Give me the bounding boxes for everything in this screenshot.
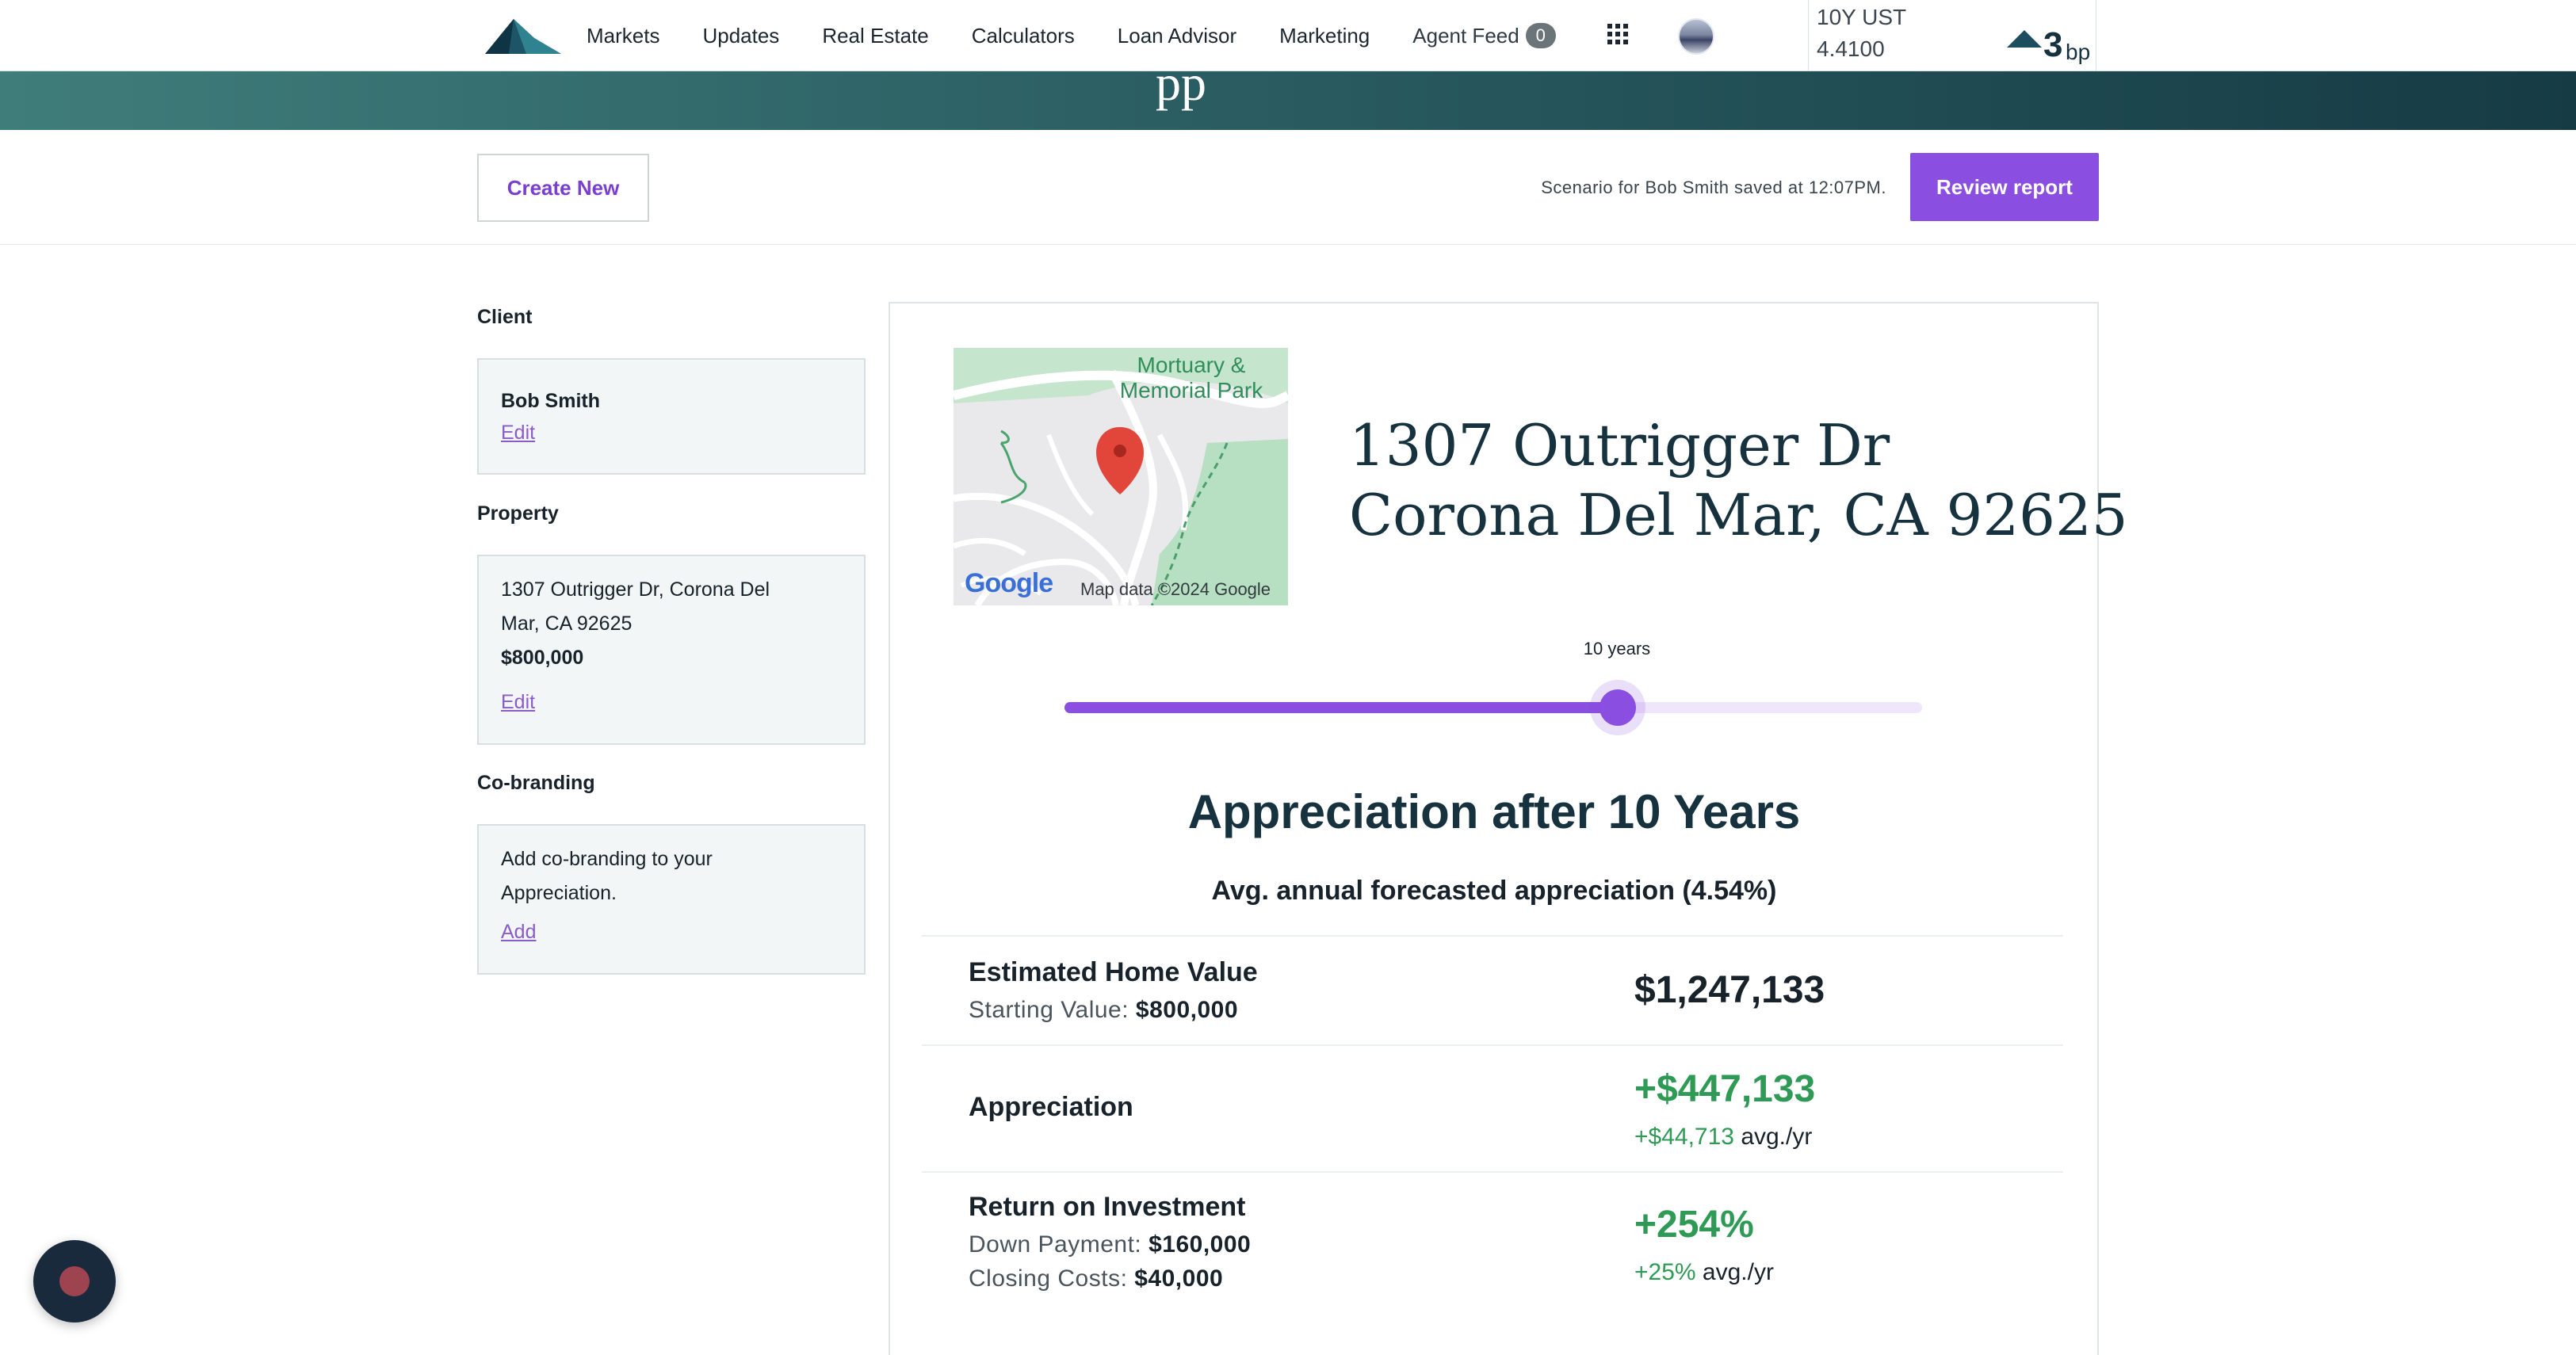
page-banner: pp	[0, 71, 2576, 130]
roi-amount: +254%	[1634, 1204, 1754, 1246]
google-logo: Google	[965, 568, 1053, 598]
client-heading: Client	[477, 306, 533, 328]
banner-title-fragment: pp	[1156, 71, 1206, 111]
closing-costs-amount: $40,000	[1134, 1265, 1224, 1292]
down-payment-label: Down Payment:	[969, 1231, 1142, 1258]
property-title-line2: Corona Del Mar, CA 92625	[1349, 482, 2128, 548]
property-heading: Property	[477, 502, 559, 525]
map-attribution[interactable]: Map data ©2024 Google	[1080, 579, 1271, 600]
appreciation-per-year: +$44,713 avg./yr	[1634, 1124, 1812, 1151]
create-new-button[interactable]: Create New	[477, 154, 649, 222]
divider	[922, 1171, 2063, 1173]
property-title: 1307 Outrigger Dr Corona Del Mar, CA 926…	[1349, 410, 2128, 550]
map-poi-line2: Memorial Park	[1119, 378, 1263, 403]
treasury-ticker[interactable]: 10Y UST 4.4100 3 bp	[1808, 0, 2096, 71]
closing-costs: Closing Costs: $40,000	[969, 1265, 1223, 1292]
starting-value: Starting Value: $800,000	[969, 997, 1238, 1024]
nav-item-updates[interactable]: Updates	[702, 24, 779, 48]
property-map[interactable]: Mortuary & Memorial Park Google Map data…	[954, 348, 1288, 605]
cobranding-card: Add co-branding to your Appreciation. Ad…	[477, 824, 866, 975]
property-price: $800,000	[501, 647, 584, 669]
roi-per-year-suffix: avg./yr	[1702, 1259, 1774, 1285]
chat-icon	[59, 1266, 90, 1296]
property-edit-link[interactable]: Edit	[501, 691, 535, 714]
years-slider-handle[interactable]	[1599, 689, 1636, 726]
cobranding-heading: Co-branding	[477, 772, 595, 794]
nav-menu: Markets Updates Real Estate Calculators …	[587, 0, 1556, 71]
map-poi-label: Mortuary & Memorial Park	[1104, 353, 1278, 403]
user-avatar[interactable]	[1678, 18, 1714, 55]
ticker-change-unit: bp	[2066, 40, 2091, 64]
saved-status-text: Scenario for Bob Smith saved at 12:07PM.	[1541, 177, 1886, 197]
chat-launcher-button[interactable]	[33, 1240, 116, 1323]
nav-item-loan-advisor[interactable]: Loan Advisor	[1118, 24, 1236, 48]
nav-item-agent-feed[interactable]: Agent Feed 0	[1412, 23, 1556, 48]
cobranding-add-link[interactable]: Add	[501, 921, 536, 944]
ticker-up-arrow-icon	[2007, 30, 2042, 48]
top-navigation: Markets Updates Real Estate Calculators …	[0, 0, 2576, 71]
property-address-line2: Mar, CA 92625	[501, 613, 633, 635]
cobranding-text-line2: Appreciation.	[501, 882, 617, 904]
years-slider-label: 10 years	[1583, 639, 1651, 658]
ticker-change: 3	[2043, 25, 2063, 64]
divider	[922, 1044, 2063, 1046]
home-value-label: Estimated Home Value	[969, 957, 1258, 987]
action-bar: Create New Scenario for Bob Smith saved …	[0, 130, 2576, 245]
appreciation-label: Appreciation	[969, 1092, 1133, 1122]
appreciation-per-year-amount: +$44,713	[1634, 1124, 1734, 1150]
apps-grid-icon[interactable]	[1607, 24, 1628, 44]
roi-label: Return on Investment	[969, 1192, 1246, 1222]
map-poi-line1: Mortuary &	[1137, 353, 1246, 377]
home-value-amount: $1,247,133	[1634, 969, 1825, 1011]
brand-logo[interactable]	[485, 14, 561, 55]
appreciation-per-year-suffix: avg./yr	[1741, 1124, 1813, 1150]
nav-item-calculators[interactable]: Calculators	[972, 24, 1075, 48]
result-subtitle: Avg. annual forecasted appreciation (4.5…	[1211, 876, 1777, 906]
property-card: 1307 Outrigger Dr, Corona Del Mar, CA 92…	[477, 555, 866, 745]
divider	[922, 935, 2063, 937]
starting-value-label: Starting Value:	[969, 997, 1129, 1023]
cobranding-text-line1: Add co-branding to your	[501, 848, 713, 870]
down-payment-amount: $160,000	[1148, 1231, 1252, 1258]
starting-value-amount: $800,000	[1135, 997, 1239, 1023]
nav-item-real-estate[interactable]: Real Estate	[822, 24, 928, 48]
ticker-value: 4.4100	[1817, 36, 1885, 61]
roi-per-year: +25% avg./yr	[1634, 1259, 1774, 1286]
property-address-line1: 1307 Outrigger Dr, Corona Del	[501, 578, 770, 601]
client-edit-link[interactable]: Edit	[501, 422, 535, 445]
result-title: Appreciation after 10 Years	[1187, 785, 1801, 838]
client-name: Bob Smith	[501, 390, 600, 412]
down-payment: Down Payment: $160,000	[969, 1231, 1251, 1258]
agent-feed-label: Agent Feed	[1412, 23, 1519, 48]
years-slider-fill	[1064, 702, 1618, 713]
nav-item-marketing[interactable]: Marketing	[1279, 24, 1370, 48]
roi-per-year-amount: +25%	[1634, 1259, 1696, 1285]
property-title-line1: 1307 Outrigger Dr	[1349, 412, 1890, 479]
nav-item-markets[interactable]: Markets	[587, 24, 659, 48]
appreciation-amount: +$447,133	[1634, 1068, 1816, 1110]
client-card: Bob Smith Edit	[477, 358, 866, 475]
agent-feed-count-badge: 0	[1525, 23, 1556, 48]
closing-costs-label: Closing Costs:	[969, 1265, 1128, 1292]
review-report-button[interactable]: Review report	[1910, 153, 2099, 221]
ticker-label: 10Y UST	[1817, 5, 1907, 29]
